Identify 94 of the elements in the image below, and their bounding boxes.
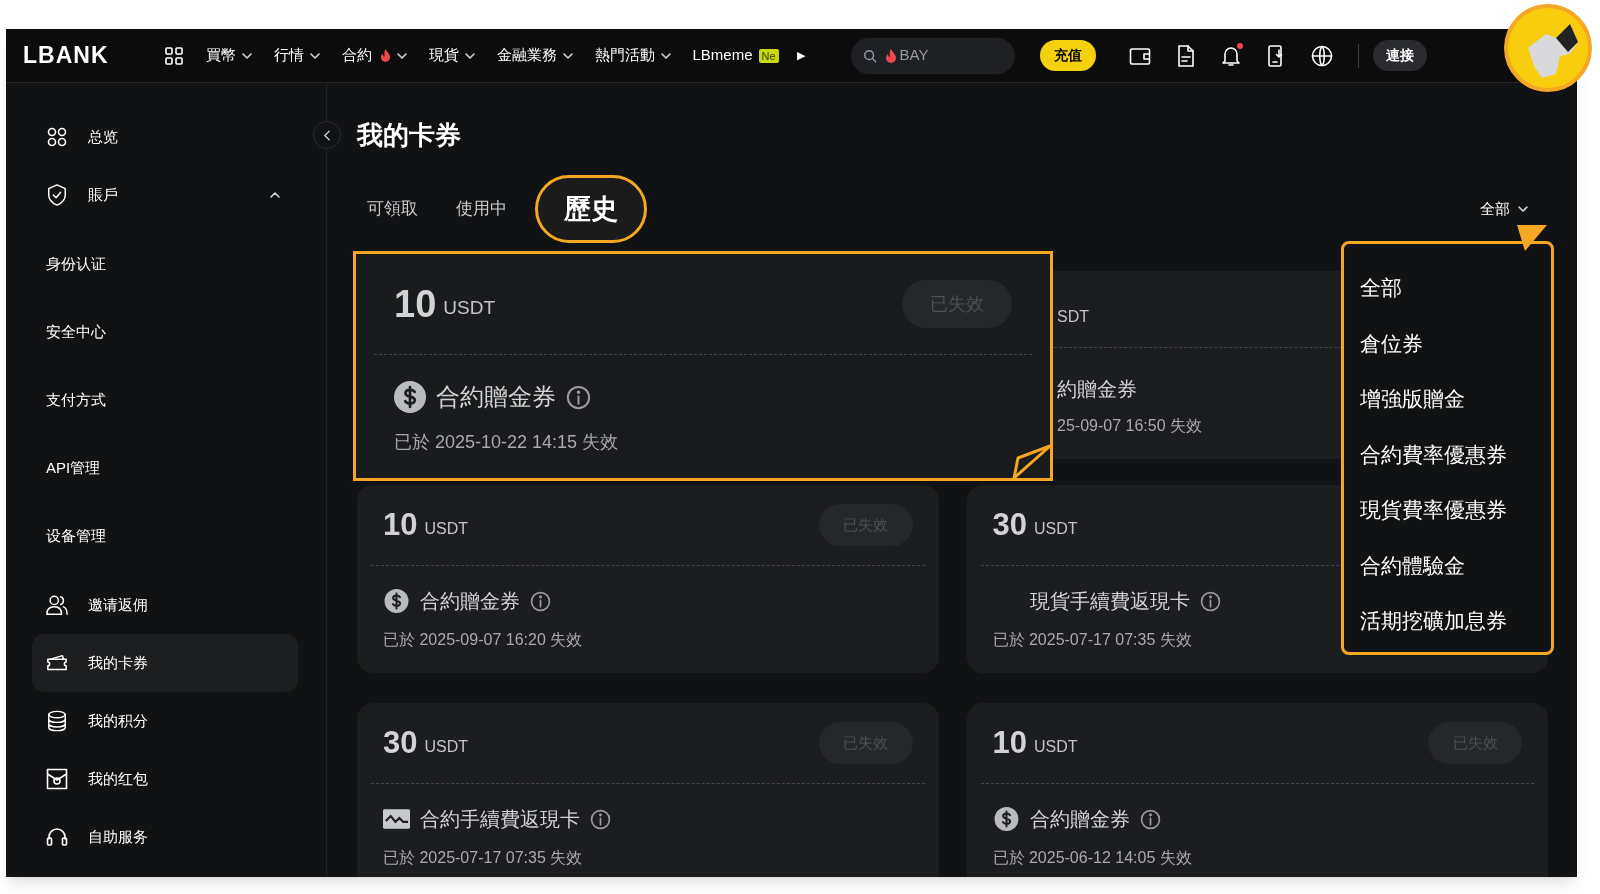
info-icon[interactable] xyxy=(566,384,591,410)
coupon-name: 約贈金券 xyxy=(1057,377,1137,402)
coupon-name: 現貨手續費返現卡 xyxy=(1029,589,1190,614)
search-field[interactable]: BAY xyxy=(850,37,1015,74)
app-download-icon[interactable] xyxy=(1266,44,1285,67)
nav-menu-item[interactable]: 買幣 xyxy=(205,44,252,67)
sidebar-item[interactable]: 自助服务 xyxy=(32,808,298,866)
chevron-left-icon xyxy=(323,129,331,141)
notification-bell-icon[interactable] xyxy=(1220,44,1241,67)
dollar-icon xyxy=(383,589,410,613)
search-icon xyxy=(862,48,877,63)
sidebar-item[interactable]: 我的积分 xyxy=(32,692,298,750)
folded-corner-drawing xyxy=(1012,444,1050,478)
tab[interactable]: 使用中 xyxy=(446,196,517,222)
page-title: 我的卡券 xyxy=(357,119,462,152)
nav-menu-item[interactable]: 行情 xyxy=(273,44,320,67)
connect-button[interactable]: 連接 xyxy=(1372,40,1427,71)
menu-item[interactable]: 合約體驗金 xyxy=(1360,537,1465,593)
search-input[interactable]: BAY xyxy=(899,44,990,67)
filter-dropdown[interactable]: 全部 xyxy=(1480,197,1528,221)
menu-item[interactable]: 活期挖礦加息券 xyxy=(1360,593,1507,649)
new-badge: Ne xyxy=(758,48,779,63)
sidebar-item[interactable]: 邀请返佣 xyxy=(32,576,298,634)
expiry-text: 已於 2025-07-17 07:35 失效 xyxy=(991,630,1193,650)
menu-item[interactable]: 現貨費率優惠券 xyxy=(1360,482,1507,538)
info-icon[interactable] xyxy=(1139,808,1161,830)
nav-menu-item[interactable]: LBmeme Ne xyxy=(692,44,779,67)
coupon-name: 合約手續費返現卡 xyxy=(420,807,580,832)
unit-text: USDT xyxy=(424,519,469,539)
info-icon[interactable] xyxy=(1199,590,1221,612)
caret-icon xyxy=(660,52,671,59)
nav-menu-item[interactable]: 現貨 xyxy=(428,44,475,67)
coupon-name: 合約贈金券 xyxy=(420,589,520,614)
coin-stack-icon xyxy=(46,710,68,732)
nav-menu-item[interactable]: 熱門活動 xyxy=(594,44,671,67)
overview-icon xyxy=(46,126,68,148)
amount-text: 10 xyxy=(394,281,437,327)
unit-text: USDT xyxy=(443,295,495,320)
dollar-icon xyxy=(394,381,426,413)
menu-item[interactable]: 增強版贈金 xyxy=(1360,371,1465,427)
amount-text: 30 xyxy=(992,505,1027,544)
caret-icon xyxy=(309,52,320,59)
more-button[interactable]: ▶ xyxy=(796,47,805,64)
expiry-text: 已於 2025-10-22 14:15 失效 xyxy=(393,431,620,454)
nav-menu-item[interactable]: 金融業務 xyxy=(496,44,573,67)
expiry-text: 已於 2025-06-12 14:05 失效 xyxy=(991,848,1193,868)
tab[interactable]: 可領取 xyxy=(357,196,428,222)
amount-text: 10 xyxy=(383,505,418,544)
sidebar-item[interactable]: 安全中心 xyxy=(32,298,298,366)
sidebar-item[interactable]: 设备管理 xyxy=(32,502,298,570)
caret-icon xyxy=(1518,206,1528,212)
users-icon xyxy=(46,594,68,616)
sidebar-item[interactable]: 支付方式 xyxy=(32,366,298,434)
sidebar-item[interactable]: 賬戶 xyxy=(32,166,298,224)
headset-icon xyxy=(46,826,68,848)
sidebar-item[interactable]: 我的卡券 xyxy=(32,634,298,692)
language-globe-icon[interactable] xyxy=(1310,44,1333,67)
card-icon xyxy=(383,807,410,831)
shield-check-icon xyxy=(46,184,68,206)
nav-menu-item[interactable]: 合約 xyxy=(341,44,407,67)
menu-item[interactable]: 倉位券 xyxy=(1360,315,1423,371)
unit-text: SDT xyxy=(1057,307,1089,327)
coupon-name: 合約贈金券 xyxy=(1029,807,1130,832)
expiry-text: 25-09-07 16:50 失效 xyxy=(1057,416,1202,436)
caret-icon xyxy=(241,52,252,59)
info-icon[interactable] xyxy=(530,590,551,612)
caret-icon xyxy=(396,52,407,59)
sidebar-item[interactable]: 我的红包 xyxy=(32,750,298,808)
document-icon[interactable] xyxy=(1176,44,1195,67)
unit-text: USDT xyxy=(1034,519,1078,539)
envelope-icon xyxy=(46,768,68,790)
caret-icon xyxy=(562,52,573,59)
coupon-name: 合約贈金券 xyxy=(436,382,556,412)
amount-text: 30 xyxy=(383,723,418,762)
unit-text: USDT xyxy=(424,737,469,757)
menu-item[interactable]: 全部 xyxy=(1360,260,1402,316)
caret-icon xyxy=(464,52,475,59)
logo[interactable]: LBANK xyxy=(23,38,109,73)
sidebar-item[interactable]: 总览 xyxy=(32,108,298,166)
info-icon[interactable] xyxy=(590,808,611,830)
apps-grid-icon[interactable] xyxy=(163,45,184,66)
fire-icon xyxy=(884,48,897,63)
expiry-text: 已於 2025-07-17 07:35 失效 xyxy=(382,848,584,868)
dollar-icon xyxy=(992,807,1020,831)
tab[interactable]: 歷史 xyxy=(535,175,647,243)
wallet-icon[interactable] xyxy=(1128,45,1151,66)
sidebar-item[interactable]: 身份认证 xyxy=(32,230,298,298)
sidebar-item[interactable]: API管理 xyxy=(32,434,298,502)
amount-text: 10 xyxy=(992,723,1027,762)
expiry-text: 已於 2025-09-07 16:20 失效 xyxy=(382,630,584,650)
deposit-button[interactable]: 充值 xyxy=(1039,40,1096,71)
menu-item[interactable]: 合約費率優惠券 xyxy=(1360,426,1507,482)
fire-icon xyxy=(379,49,391,62)
unit-text: USDT xyxy=(1034,737,1078,757)
